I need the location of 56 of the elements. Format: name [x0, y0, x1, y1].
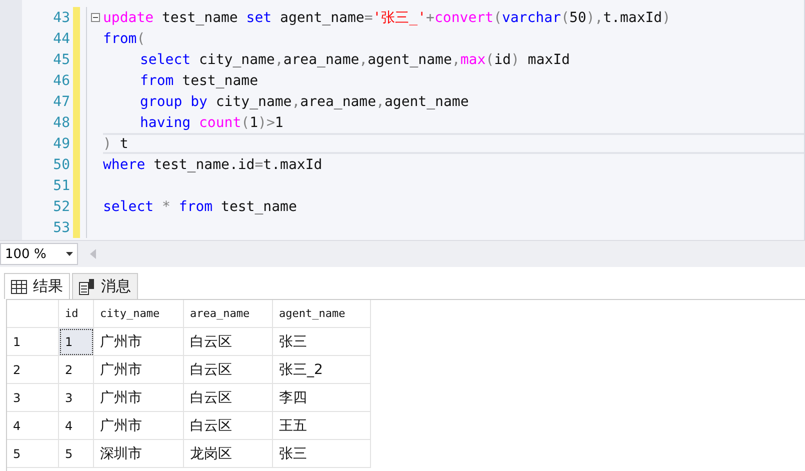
- line-number: 49: [52, 136, 70, 152]
- results-tab[interactable]: 结果: [4, 273, 70, 299]
- line-number: 43: [52, 10, 70, 26]
- code-line: update test_name set agent_name='张三_'+convert(varchar(50),t.maxId): [103, 8, 671, 26]
- corner-header: [7, 300, 59, 328]
- line-number: 53: [52, 220, 70, 236]
- table-cell: 白云区: [184, 412, 273, 440]
- code-line: from test_name: [140, 72, 258, 88]
- table-cell: 白云区: [184, 328, 273, 356]
- line-number: 50: [52, 156, 70, 172]
- code-editor[interactable]: [0, 0, 805, 240]
- code-line: select city_name,area_name,agent_name,max(id) maxId: [140, 52, 570, 68]
- code-line: ) t: [103, 136, 128, 152]
- grid-icon: [11, 280, 27, 294]
- code-line: where test_name.id=t.maxId: [103, 156, 322, 172]
- table-cell: 白云区: [184, 356, 273, 384]
- column-header[interactable]: city_name: [94, 300, 184, 328]
- code-line: select * from test_name: [103, 198, 297, 214]
- results-tab[interactable]: 消息: [72, 273, 138, 299]
- table-cell: 4: [59, 412, 94, 440]
- table-cell: 广州市: [94, 356, 184, 384]
- row-header[interactable]: 5: [7, 440, 59, 468]
- table-cell: 2: [59, 356, 94, 384]
- row-header[interactable]: 3: [7, 384, 59, 412]
- table-cell: 广州市: [94, 412, 184, 440]
- row-header[interactable]: 2: [7, 356, 59, 384]
- document-icon: [79, 278, 95, 294]
- column-header[interactable]: agent_name: [273, 300, 371, 328]
- table-cell: 李四: [273, 384, 371, 412]
- table-cell: 张三_2: [273, 356, 371, 384]
- code-line: from(: [103, 30, 146, 46]
- table-cell: 3: [59, 384, 94, 412]
- table-cell: 王五: [273, 412, 371, 440]
- line-number: 46: [52, 72, 70, 88]
- line-number: 48: [52, 114, 70, 130]
- caret-icon: [66, 252, 73, 256]
- line-number: 51: [52, 178, 70, 194]
- line-number: 45: [52, 52, 70, 68]
- column-header[interactable]: area_name: [184, 300, 273, 328]
- table-cell: 5: [59, 440, 94, 468]
- code-line: having count(1)>1: [140, 114, 284, 130]
- collapse-icon[interactable]: [90, 13, 100, 22]
- table-cell: 1: [59, 328, 94, 356]
- table-cell: 广州市: [94, 384, 184, 412]
- table-cell: 广州市: [94, 328, 184, 356]
- table-cell: 龙岗区: [184, 440, 273, 468]
- table-cell: 深圳市: [94, 440, 184, 468]
- zoom-dropdown[interactable]: 100 %: [0, 243, 78, 265]
- line-number: 52: [52, 198, 70, 214]
- row-header[interactable]: 4: [7, 412, 59, 440]
- table-cell: 白云区: [184, 384, 273, 412]
- line-number: 47: [52, 94, 70, 110]
- table-cell: 张三: [273, 440, 371, 468]
- table-cell: 张三: [273, 328, 371, 356]
- line-number: 44: [52, 30, 70, 46]
- code-line: group by city_name,area_name,agent_name: [140, 94, 469, 110]
